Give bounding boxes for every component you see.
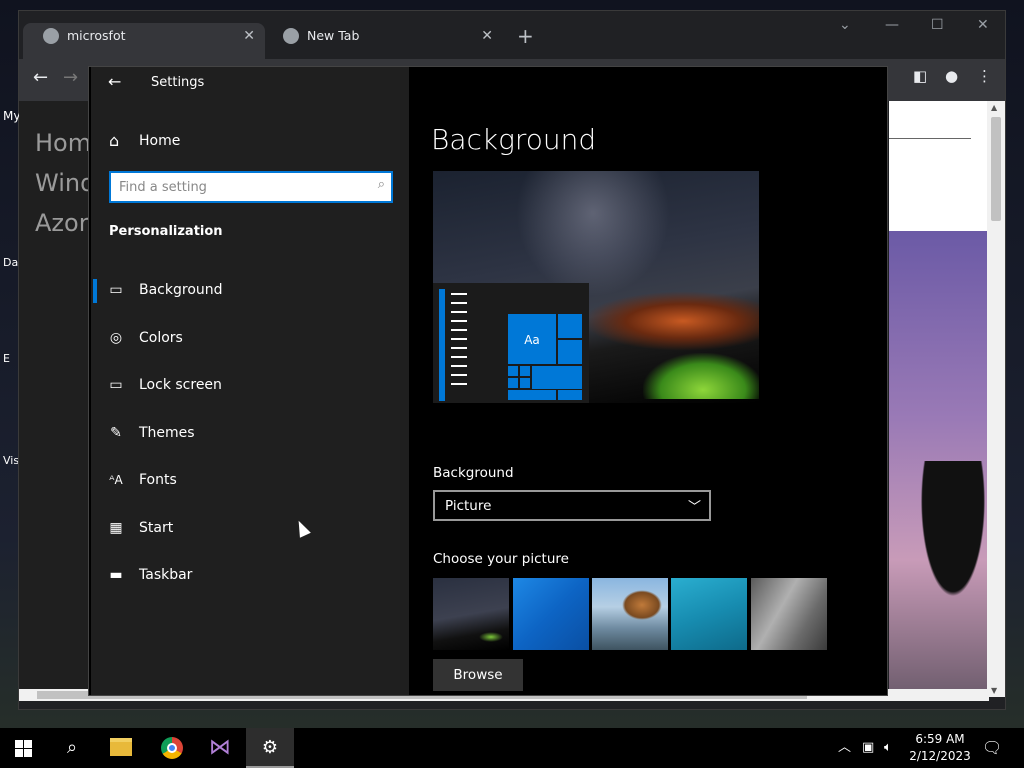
tab-strip: microsfot ✕ New Tab ✕ + ⌄ — ☐ ✕ — [19, 11, 1005, 59]
back-arrow-icon[interactable]: ← — [33, 67, 48, 88]
settings-content: Background Aa Background Picture ﹀ Choos… — [411, 67, 887, 695]
web-page-header — [889, 101, 989, 231]
picture-thumbnail-windows-blue[interactable] — [513, 578, 589, 650]
themes-icon: ✎ — [110, 425, 122, 441]
clock-date: 2/12/2023 — [909, 749, 971, 763]
nav-item-fonts[interactable]: ᴬA Fonts — [91, 461, 409, 501]
browse-button[interactable]: Browse — [433, 659, 523, 691]
network-icon[interactable]: ▣ — [862, 728, 874, 768]
file-explorer-button[interactable] — [98, 728, 146, 768]
visual-studio-icon: ⋈ — [209, 735, 231, 760]
picture-thumbnail-night-sky[interactable] — [433, 578, 509, 650]
picture-thumbnail-ocean-swimmer[interactable] — [671, 578, 747, 650]
dropdown-value: Picture — [445, 498, 492, 514]
nav-item-label: Themes — [139, 425, 195, 441]
settings-window: ← Settings ⌂ Home ⌕ Personalization ▭ Ba… — [88, 66, 888, 696]
taskbar-icon: ▬ — [109, 567, 123, 583]
chevron-up-icon[interactable]: ︿ — [838, 728, 851, 768]
picture-thumbnails — [433, 578, 829, 650]
picture-thumbnail-rock-face[interactable] — [751, 578, 827, 650]
taskbar: ⌕ ⋈ ⚙ ︿ ▣ 🔈︎ 6:59 AM 2/12/2023 🗨︎ — [0, 728, 1024, 768]
chrome-icon — [161, 737, 183, 759]
chrome-icon — [283, 28, 299, 44]
palette-icon: ◎ — [109, 330, 123, 346]
nav-item-label: Taskbar — [139, 567, 193, 583]
profile-icon[interactable]: ● — [945, 67, 958, 85]
folder-icon — [110, 738, 132, 756]
preview-tiles: Aa — [507, 313, 583, 401]
nav-item-label: Background — [139, 282, 223, 298]
new-tab-button[interactable]: + — [517, 24, 534, 48]
search-input[interactable] — [119, 177, 359, 197]
web-page-hero-image — [889, 231, 989, 701]
home-link[interactable]: Home — [139, 133, 180, 149]
page-title: Background — [431, 123, 597, 156]
web-page-left: Hom Wind Azor — [19, 101, 95, 701]
windows-logo-icon — [15, 740, 33, 758]
chevron-down-icon: ﹀ — [687, 500, 701, 515]
picture-thumbnail-beach-rock[interactable] — [592, 578, 668, 650]
tab-label: microsfot — [67, 28, 126, 43]
nav-item-label: Colors — [139, 330, 183, 346]
visual-studio-button[interactable]: ⋈ — [196, 728, 244, 768]
nav-item-taskbar[interactable]: ▬ Taskbar — [91, 556, 409, 596]
fonts-icon: ᴬA — [109, 473, 123, 487]
choose-picture-label: Choose your picture — [433, 551, 569, 567]
clock-time: 6:59 AM — [915, 732, 965, 746]
home-icon: ⌂ — [109, 131, 120, 150]
close-button[interactable]: ✕ — [977, 17, 989, 33]
desktop-icon-label[interactable]: Da — [3, 256, 18, 269]
desktop-icon-label[interactable]: Vis — [3, 454, 19, 467]
tab-new-tab[interactable]: New Tab ✕ — [263, 23, 503, 59]
side-panel-icon[interactable]: ◧ — [913, 67, 927, 85]
search-icon[interactable]: ⌕ — [48, 728, 96, 768]
nav-item-start[interactable]: ▦ Start — [91, 509, 409, 549]
preview-tile-text: Aa — [507, 313, 557, 365]
window-title: Settings — [151, 75, 205, 90]
vertical-scrollbar[interactable]: ▲ ▼ — [987, 101, 1005, 697]
nav-item-label: Lock screen — [139, 377, 222, 393]
search-box[interactable]: ⌕ — [109, 171, 393, 203]
notification-icon[interactable]: 🗨︎ — [982, 738, 1002, 757]
tab-microsfot[interactable]: microsfot ✕ — [23, 23, 265, 59]
volume-icon[interactable]: 🔈︎ — [884, 728, 892, 768]
nav-item-label: Fonts — [139, 472, 177, 488]
desktop-icon-label[interactable]: E — [3, 352, 10, 365]
forward-arrow-icon[interactable]: → — [63, 67, 78, 88]
background-type-dropdown[interactable]: Picture ﹀ — [433, 490, 711, 521]
nav-item-background[interactable]: ▭ Background — [91, 271, 409, 311]
minimize-button[interactable]: — — [885, 17, 899, 33]
page-partial-text: Wind — [35, 169, 96, 197]
tab-close-button[interactable]: ✕ — [481, 23, 493, 49]
back-arrow-icon[interactable]: ← — [108, 72, 121, 91]
scrollbar-thumb[interactable] — [991, 117, 1001, 221]
chrome-taskbar-button[interactable] — [148, 728, 196, 768]
nav-item-colors[interactable]: ◎ Colors — [91, 319, 409, 359]
tab-search-chevron-icon[interactable]: ⌄ — [839, 17, 851, 33]
lock-screen-icon: ▭ — [109, 377, 123, 393]
globe-icon — [43, 28, 59, 44]
clock[interactable]: 6:59 AM 2/12/2023 — [906, 731, 974, 765]
nav-item-label: Start — [139, 520, 174, 536]
nav-item-lock-screen[interactable]: ▭ Lock screen — [91, 366, 409, 406]
background-type-label: Background — [433, 465, 514, 481]
tab-label: New Tab — [307, 28, 360, 43]
menu-kebab-icon[interactable]: ⋮ — [977, 67, 992, 85]
settings-sidebar: ← Settings ⌂ Home ⌕ Personalization ▭ Ba… — [91, 67, 409, 695]
section-title: Personalization — [109, 224, 223, 239]
background-preview: Aa — [433, 171, 759, 403]
page-partial-text: Azor — [35, 209, 89, 237]
start-icon: ▦ — [109, 520, 123, 536]
search-icon: ⌕ — [377, 177, 385, 192]
page-partial-text: Hom — [35, 129, 92, 157]
settings-taskbar-button[interactable]: ⚙ — [246, 728, 294, 768]
picture-icon: ▭ — [109, 282, 123, 298]
nav-item-themes[interactable]: ✎ Themes — [91, 414, 409, 454]
start-button[interactable] — [0, 728, 48, 768]
maximize-button[interactable]: ☐ — [931, 17, 944, 33]
tab-close-button[interactable]: ✕ — [243, 23, 255, 49]
bookmark-partial-text: My — [3, 109, 21, 123]
gear-icon: ⚙ — [261, 737, 279, 758]
